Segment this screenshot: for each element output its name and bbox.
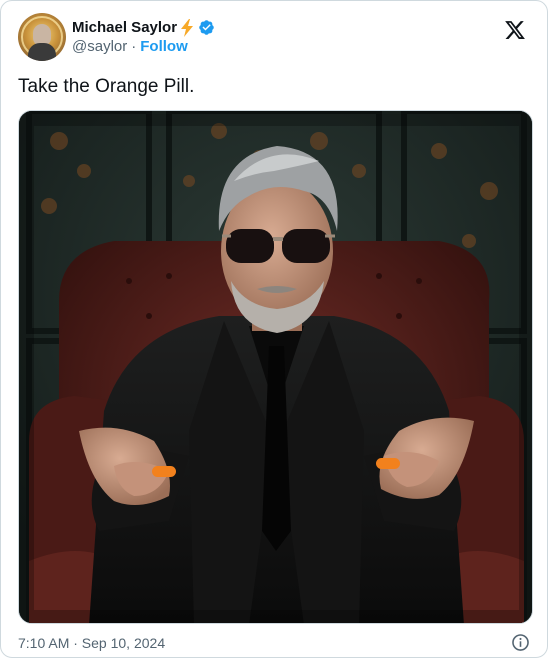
separator: · bbox=[131, 38, 137, 55]
tweet-image[interactable] bbox=[18, 110, 533, 624]
photo-man-with-orange-pills bbox=[19, 111, 532, 623]
tweet-header: Michael Saylor @saylor · Follow bbox=[18, 13, 532, 61]
author-info: Michael Saylor @saylor · Follow bbox=[72, 18, 215, 56]
follow-button[interactable]: Follow bbox=[140, 37, 188, 56]
verified-badge-icon[interactable] bbox=[198, 19, 215, 36]
orange-pill-right bbox=[376, 458, 400, 469]
tweet-card: Michael Saylor @saylor · Follow Take the… bbox=[0, 0, 548, 658]
handle-row: @saylor · Follow bbox=[72, 37, 215, 56]
lightning-bolt-icon bbox=[181, 18, 194, 37]
handle[interactable]: @saylor bbox=[72, 37, 127, 56]
timestamp[interactable]: 7:10 AM · Sep 10, 2024 bbox=[18, 634, 165, 652]
x-logo-icon[interactable] bbox=[504, 19, 526, 41]
name-row: Michael Saylor bbox=[72, 18, 215, 37]
tweet-text: Take the Orange Pill. bbox=[18, 76, 195, 97]
display-name[interactable]: Michael Saylor bbox=[72, 18, 177, 37]
orange-pill-left bbox=[152, 466, 176, 477]
info-icon[interactable] bbox=[511, 633, 530, 652]
avatar[interactable] bbox=[18, 13, 66, 61]
